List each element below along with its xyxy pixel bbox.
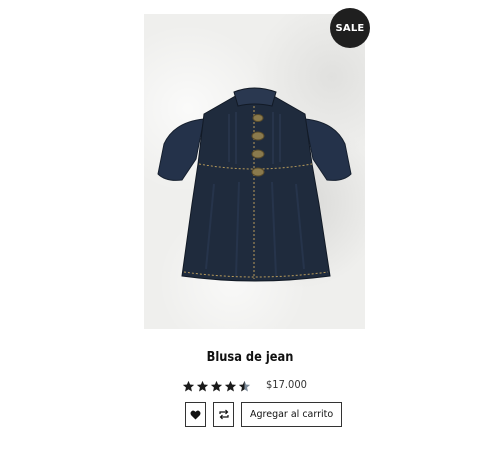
denim-blouse-image: [157, 87, 352, 282]
star-icon: [224, 380, 237, 391]
heart-icon: [190, 410, 201, 420]
compare-button[interactable]: [213, 402, 234, 427]
product-title[interactable]: Blusa de jean: [30, 350, 470, 365]
product-image[interactable]: [144, 14, 365, 329]
product-actions: Agregar al carrito: [185, 402, 343, 427]
rating-stars: [182, 377, 251, 395]
sale-badge: SALE: [330, 8, 370, 48]
star-icon: [210, 380, 223, 391]
product-price: $17.000: [266, 378, 307, 391]
star-icon: [182, 380, 195, 391]
wishlist-button[interactable]: [185, 402, 206, 427]
repeat-icon: [218, 409, 229, 420]
product-card: SALE Blusa de jean $17.000 Agregar al ca…: [0, 0, 500, 450]
star-icon: [196, 380, 209, 391]
star-icon: [238, 380, 251, 391]
add-to-cart-button[interactable]: Agregar al carrito: [241, 402, 343, 427]
